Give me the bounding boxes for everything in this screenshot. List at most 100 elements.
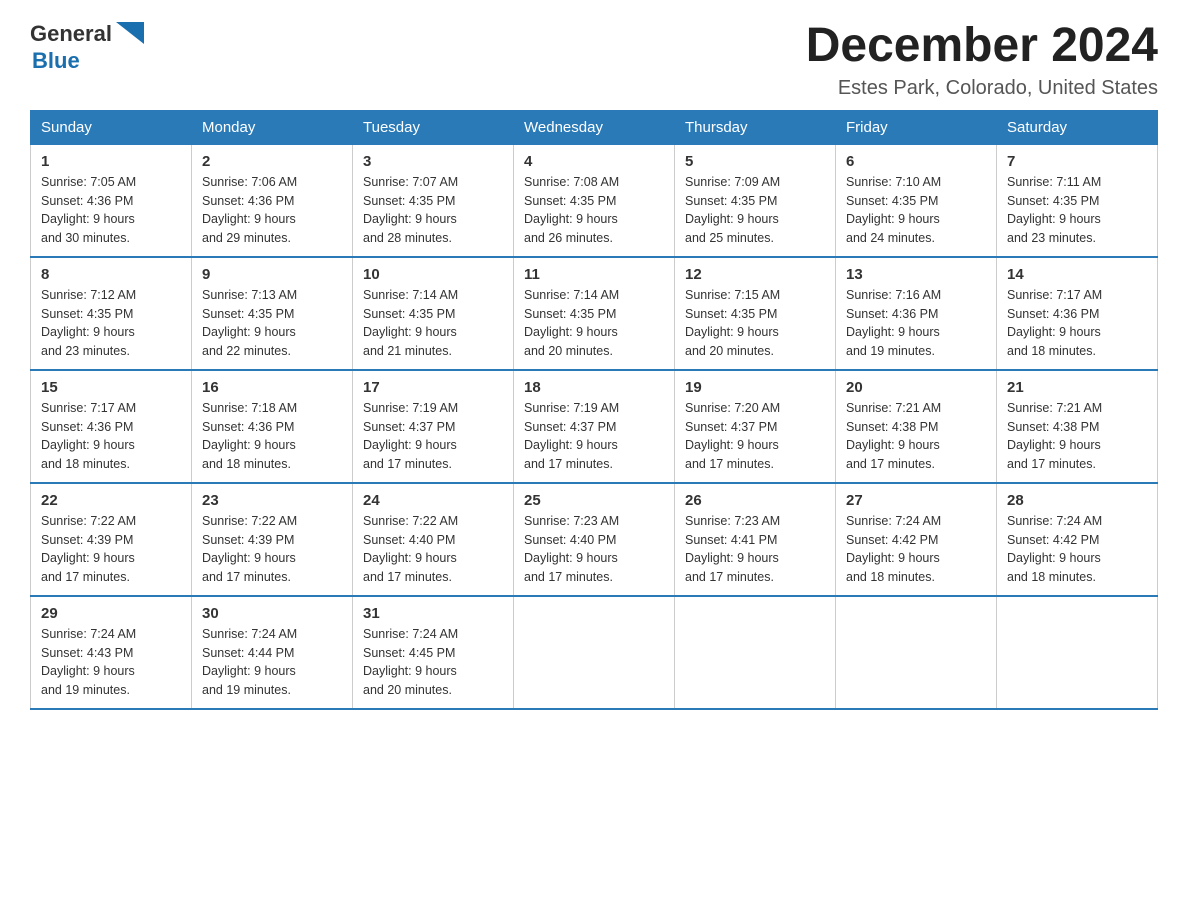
day-info: Sunrise: 7:20 AM Sunset: 4:37 PM Dayligh… [685,399,825,474]
sunset-label: Sunset: 4:37 PM [685,420,777,434]
daylight-label: Daylight: 9 hours [202,551,296,565]
day-info: Sunrise: 7:19 AM Sunset: 4:37 PM Dayligh… [363,399,503,474]
daylight-label: Daylight: 9 hours [202,438,296,452]
calendar-cell: 22 Sunrise: 7:22 AM Sunset: 4:39 PM Dayl… [31,483,192,596]
sunrise-label: Sunrise: 7:14 AM [524,288,619,302]
sunset-label: Sunset: 4:40 PM [524,533,616,547]
day-info: Sunrise: 7:24 AM Sunset: 4:44 PM Dayligh… [202,625,342,700]
day-number: 3 [363,153,503,170]
calendar-cell [836,596,997,709]
sunrise-label: Sunrise: 7:22 AM [363,514,458,528]
day-number: 12 [685,266,825,283]
day-info: Sunrise: 7:16 AM Sunset: 4:36 PM Dayligh… [846,286,986,361]
sunrise-label: Sunrise: 7:24 AM [1007,514,1102,528]
sunrise-label: Sunrise: 7:24 AM [846,514,941,528]
sunrise-label: Sunrise: 7:24 AM [41,627,136,641]
day-info: Sunrise: 7:21 AM Sunset: 4:38 PM Dayligh… [1007,399,1147,474]
day-number: 13 [846,266,986,283]
daylight-label: Daylight: 9 hours [363,438,457,452]
day-number: 25 [524,492,664,509]
day-info: Sunrise: 7:13 AM Sunset: 4:35 PM Dayligh… [202,286,342,361]
sunrise-label: Sunrise: 7:07 AM [363,175,458,189]
day-info: Sunrise: 7:17 AM Sunset: 4:36 PM Dayligh… [1007,286,1147,361]
week-row-1: 1 Sunrise: 7:05 AM Sunset: 4:36 PM Dayli… [31,144,1158,257]
calendar-cell: 19 Sunrise: 7:20 AM Sunset: 4:37 PM Dayl… [675,370,836,483]
sunrise-label: Sunrise: 7:16 AM [846,288,941,302]
day-number: 6 [846,153,986,170]
sunset-label: Sunset: 4:39 PM [202,533,294,547]
daylight-detail: and 23 minutes. [1007,231,1096,245]
sunset-label: Sunset: 4:43 PM [41,646,133,660]
logo-general: General [30,22,112,46]
sunset-label: Sunset: 4:35 PM [685,307,777,321]
col-tuesday: Tuesday [353,110,514,144]
day-number: 9 [202,266,342,283]
daylight-label: Daylight: 9 hours [41,664,135,678]
day-info: Sunrise: 7:23 AM Sunset: 4:41 PM Dayligh… [685,512,825,587]
sunrise-label: Sunrise: 7:13 AM [202,288,297,302]
day-info: Sunrise: 7:17 AM Sunset: 4:36 PM Dayligh… [41,399,181,474]
sunrise-label: Sunrise: 7:09 AM [685,175,780,189]
sunset-label: Sunset: 4:37 PM [363,420,455,434]
sunset-label: Sunset: 4:45 PM [363,646,455,660]
week-row-2: 8 Sunrise: 7:12 AM Sunset: 4:35 PM Dayli… [31,257,1158,370]
sunrise-label: Sunrise: 7:24 AM [202,627,297,641]
calendar-cell: 25 Sunrise: 7:23 AM Sunset: 4:40 PM Dayl… [514,483,675,596]
sunset-label: Sunset: 4:35 PM [363,194,455,208]
daylight-label: Daylight: 9 hours [685,551,779,565]
calendar-cell: 18 Sunrise: 7:19 AM Sunset: 4:37 PM Dayl… [514,370,675,483]
calendar-cell: 15 Sunrise: 7:17 AM Sunset: 4:36 PM Dayl… [31,370,192,483]
daylight-detail: and 19 minutes. [41,683,130,697]
sunset-label: Sunset: 4:39 PM [41,533,133,547]
daylight-label: Daylight: 9 hours [846,551,940,565]
title-block: December 2024 Estes Park, Colorado, Unit… [806,20,1158,100]
day-info: Sunrise: 7:14 AM Sunset: 4:35 PM Dayligh… [363,286,503,361]
day-info: Sunrise: 7:10 AM Sunset: 4:35 PM Dayligh… [846,173,986,248]
day-number: 19 [685,379,825,396]
calendar-cell: 3 Sunrise: 7:07 AM Sunset: 4:35 PM Dayli… [353,144,514,257]
daylight-label: Daylight: 9 hours [846,438,940,452]
day-info: Sunrise: 7:21 AM Sunset: 4:38 PM Dayligh… [846,399,986,474]
sunset-label: Sunset: 4:36 PM [202,420,294,434]
day-number: 28 [1007,492,1147,509]
day-number: 5 [685,153,825,170]
daylight-label: Daylight: 9 hours [41,438,135,452]
week-row-3: 15 Sunrise: 7:17 AM Sunset: 4:36 PM Dayl… [31,370,1158,483]
header-row: Sunday Monday Tuesday Wednesday Thursday… [31,110,1158,144]
day-info: Sunrise: 7:07 AM Sunset: 4:35 PM Dayligh… [363,173,503,248]
daylight-detail: and 18 minutes. [1007,344,1096,358]
daylight-detail: and 18 minutes. [846,570,935,584]
daylight-label: Daylight: 9 hours [846,212,940,226]
daylight-detail: and 17 minutes. [846,457,935,471]
calendar-cell: 23 Sunrise: 7:22 AM Sunset: 4:39 PM Dayl… [192,483,353,596]
daylight-label: Daylight: 9 hours [524,438,618,452]
calendar-cell: 28 Sunrise: 7:24 AM Sunset: 4:42 PM Dayl… [997,483,1158,596]
daylight-detail: and 18 minutes. [41,457,130,471]
daylight-label: Daylight: 9 hours [41,212,135,226]
sunrise-label: Sunrise: 7:23 AM [685,514,780,528]
calendar-table: Sunday Monday Tuesday Wednesday Thursday… [30,110,1158,710]
day-info: Sunrise: 7:09 AM Sunset: 4:35 PM Dayligh… [685,173,825,248]
sunset-label: Sunset: 4:35 PM [524,194,616,208]
day-info: Sunrise: 7:06 AM Sunset: 4:36 PM Dayligh… [202,173,342,248]
sunrise-label: Sunrise: 7:19 AM [363,401,458,415]
daylight-label: Daylight: 9 hours [363,212,457,226]
calendar-cell: 11 Sunrise: 7:14 AM Sunset: 4:35 PM Dayl… [514,257,675,370]
sunrise-label: Sunrise: 7:15 AM [685,288,780,302]
sunrise-label: Sunrise: 7:12 AM [41,288,136,302]
daylight-detail: and 17 minutes. [202,570,291,584]
month-title: December 2024 [806,20,1158,73]
calendar-cell: 14 Sunrise: 7:17 AM Sunset: 4:36 PM Dayl… [997,257,1158,370]
daylight-detail: and 17 minutes. [363,457,452,471]
sunrise-label: Sunrise: 7:18 AM [202,401,297,415]
daylight-label: Daylight: 9 hours [202,664,296,678]
sunset-label: Sunset: 4:35 PM [202,307,294,321]
sunrise-label: Sunrise: 7:05 AM [41,175,136,189]
col-saturday: Saturday [997,110,1158,144]
sunrise-label: Sunrise: 7:22 AM [41,514,136,528]
sunset-label: Sunset: 4:44 PM [202,646,294,660]
day-info: Sunrise: 7:18 AM Sunset: 4:36 PM Dayligh… [202,399,342,474]
sunset-label: Sunset: 4:36 PM [202,194,294,208]
sunrise-label: Sunrise: 7:06 AM [202,175,297,189]
daylight-detail: and 30 minutes. [41,231,130,245]
